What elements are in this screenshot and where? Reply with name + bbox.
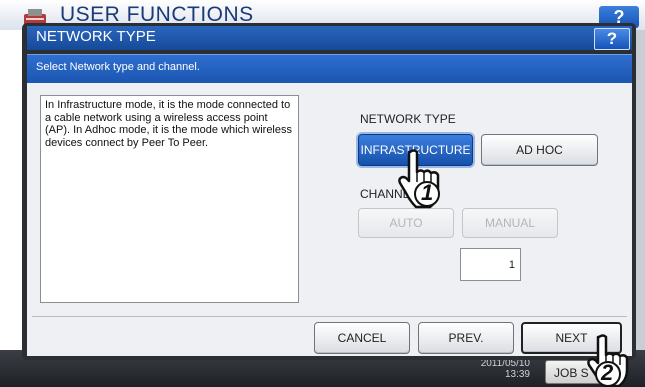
network-type-label: NETWORK TYPE [360, 112, 456, 126]
step-1-number: 1 [421, 180, 434, 205]
ad-hoc-button[interactable]: AD HOC [481, 134, 598, 166]
manual-button[interactable]: MANUAL [462, 208, 558, 238]
clock-time: 13:39 [504, 369, 530, 380]
description-text: In Infrastructure mode, it is the mode c… [45, 99, 292, 149]
auto-button[interactable]: AUTO [358, 208, 454, 238]
channel-number-field[interactable]: 1 [460, 248, 521, 281]
dialog-title: NETWORK TYPE [36, 28, 156, 45]
clock: 2011/05/10 13:39 [470, 358, 530, 380]
instruction-text: Select Network type and channel. [36, 61, 200, 73]
background-side-panel [636, 30, 645, 350]
cancel-button[interactable]: CANCEL [314, 322, 410, 354]
prev-button[interactable]: PREV. [418, 322, 514, 354]
divider [32, 316, 627, 317]
step-2-number: 2 [601, 360, 614, 385]
help-button[interactable]: ? [594, 28, 630, 50]
